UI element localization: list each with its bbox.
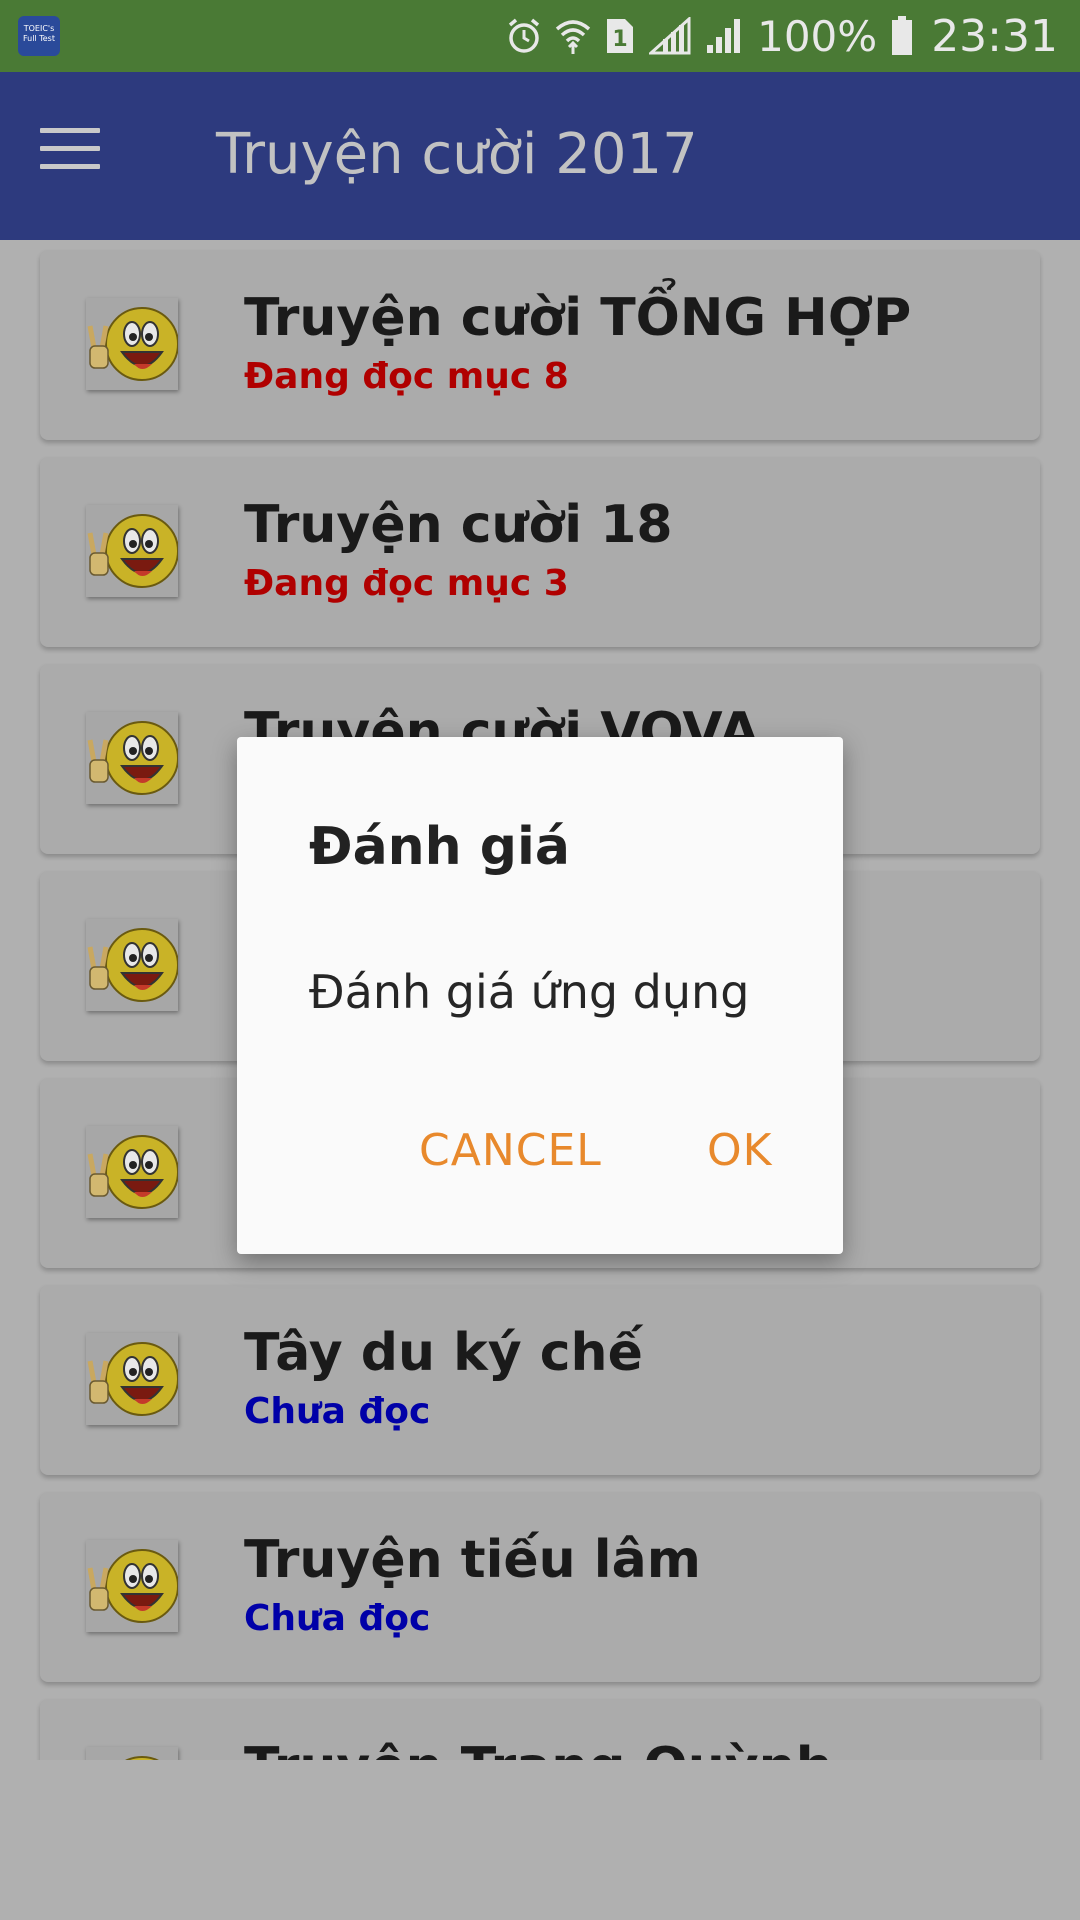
bottom-area bbox=[0, 1760, 1080, 1920]
clock: 23:31 bbox=[931, 10, 1058, 62]
status-bar: TOEIC's Full Test 1 100% 23:31 bbox=[0, 0, 1080, 72]
status-icons: 1 100% 23:31 bbox=[507, 0, 1058, 72]
list-item[interactable]: Truyện cười 18 Đang đọc mục 3 bbox=[40, 457, 1040, 647]
item-title: Truyện cười 18 bbox=[244, 495, 673, 555]
smiley-peace-icon bbox=[86, 1333, 179, 1425]
item-status: Chưa đọc bbox=[244, 1391, 431, 1432]
dialog-message: Đánh giá ứng dụng bbox=[309, 965, 750, 1019]
smiley-peace-icon bbox=[86, 1540, 179, 1632]
signal-icon bbox=[705, 17, 743, 55]
smiley-peace-icon bbox=[86, 298, 179, 390]
ok-button[interactable]: OK bbox=[707, 1125, 773, 1176]
app-bar: Truyện cười 2017 bbox=[0, 72, 1080, 240]
smiley-peace-icon bbox=[86, 712, 179, 804]
item-status: Đang đọc mục 3 bbox=[244, 563, 569, 604]
wifi-icon bbox=[555, 17, 591, 55]
cancel-button[interactable]: CANCEL bbox=[419, 1125, 602, 1176]
svg-text:1: 1 bbox=[612, 27, 627, 52]
item-title: Truyện cười TỔNG HỢP bbox=[244, 288, 912, 348]
item-title: Truyện tiếu lâm bbox=[244, 1530, 701, 1590]
smiley-peace-icon bbox=[86, 1126, 179, 1218]
app-notification-icon: TOEIC's Full Test bbox=[18, 16, 60, 56]
signal-icon bbox=[649, 17, 691, 55]
item-status: Chưa đọc bbox=[244, 1598, 431, 1639]
list-item[interactable]: Tây du ký chế Chưa đọc bbox=[40, 1285, 1040, 1475]
battery-icon bbox=[891, 16, 913, 56]
dialog-title: Đánh giá bbox=[309, 817, 570, 877]
item-title: Truyện Trạng Quỳnh bbox=[244, 1737, 833, 1760]
sim-1-icon: 1 bbox=[605, 17, 635, 55]
alarm-icon bbox=[507, 17, 541, 55]
list-item[interactable]: Truyện tiếu lâm Chưa đọc bbox=[40, 1492, 1040, 1682]
rating-dialog: Đánh giá Đánh giá ứng dụng CANCEL OK bbox=[237, 737, 843, 1254]
page-title: Truyện cười 2017 bbox=[216, 122, 698, 187]
list-item[interactable]: Truyện Trạng Quỳnh bbox=[40, 1699, 1040, 1760]
smiley-peace-icon bbox=[86, 1747, 178, 1760]
item-title: Tây du ký chế bbox=[244, 1323, 643, 1383]
battery-percent: 100% bbox=[757, 11, 878, 61]
smiley-peace-icon bbox=[86, 919, 179, 1011]
hamburger-menu-icon[interactable] bbox=[40, 128, 100, 178]
list-item[interactable]: Truyện cười TỔNG HỢP Đang đọc mục 8 bbox=[40, 250, 1040, 440]
item-status: Đang đọc mục 8 bbox=[244, 356, 569, 397]
smiley-peace-icon bbox=[86, 505, 179, 597]
